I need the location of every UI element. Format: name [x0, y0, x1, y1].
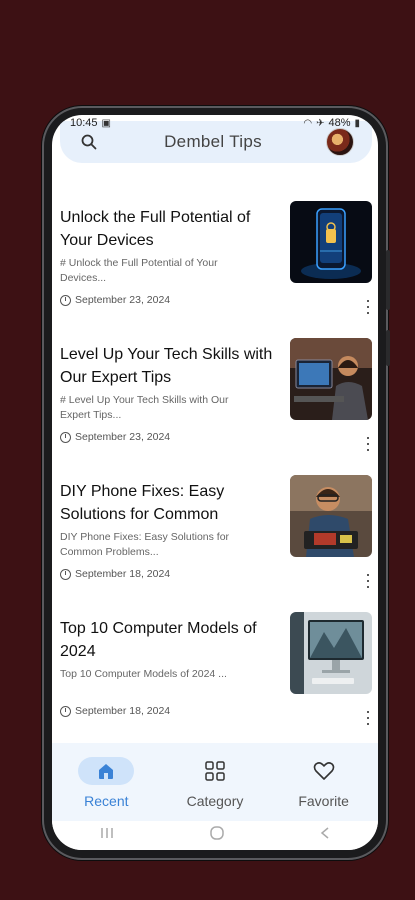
post-date: September 23, 2024 — [60, 294, 170, 306]
post-date-text: September 18, 2024 — [75, 705, 171, 717]
man-repairing-phone-image[interactable] — [290, 475, 372, 557]
nav-label-recent: Recent — [84, 793, 129, 809]
list-item[interactable]: DIY Phone Fixes: Easy Solutions for Comm… — [60, 475, 372, 605]
more-options-icon[interactable] — [364, 300, 372, 314]
post-excerpt: # Level Up Your Tech Skills with Our Exp… — [60, 394, 229, 421]
power-button — [386, 330, 390, 366]
nav-label-category: Category — [186, 793, 244, 809]
post-date-text: September 23, 2024 — [75, 431, 171, 443]
wifi-icon: ◠ — [303, 117, 313, 129]
clock-icon — [60, 705, 71, 717]
volume-button — [386, 250, 390, 310]
nav-item-recent[interactable]: Recent — [56, 743, 156, 809]
bottom-navigation: Recent Category Favorite — [52, 743, 378, 821]
post-date-text: September 23, 2024 — [75, 294, 171, 306]
post-date: September 18, 2024 — [60, 705, 170, 717]
man-at-computer-image[interactable] — [290, 338, 372, 420]
more-options-icon[interactable] — [364, 437, 372, 451]
list-item[interactable]: Level Up Your Tech Skills with Our Exper… — [60, 338, 372, 468]
home-button-icon[interactable] — [209, 825, 225, 846]
post-excerpt: DIY Phone Fixes: Easy Solutions for Comm… — [60, 531, 230, 558]
heart-icon[interactable] — [296, 757, 352, 785]
nav-item-category[interactable]: Category — [165, 743, 265, 809]
glowing-smartphone-image[interactable] — [290, 201, 372, 283]
post-date: September 18, 2024 — [60, 568, 170, 580]
home-icon[interactable] — [78, 757, 135, 785]
post-title[interactable]: DIY Phone Fixes: Easy Solutions for Comm… — [60, 480, 278, 526]
more-options-icon[interactable] — [364, 711, 372, 725]
post-title[interactable]: Unlock the Full Potential of Your Device… — [60, 206, 278, 252]
search-icon[interactable] — [78, 131, 100, 153]
grid-icon[interactable] — [187, 757, 243, 785]
status-time: 10:45 — [70, 117, 98, 129]
post-title[interactable]: Level Up Your Tech Skills with Our Exper… — [60, 343, 278, 389]
airplane-icon: ✈ — [316, 117, 325, 129]
post-date: September 23, 2024 — [60, 431, 170, 443]
post-title[interactable]: Top 10 Computer Models of 2024 — [60, 617, 278, 663]
status-bar: 10:45 ▣ ◠ ✈ 48% ▮ — [52, 115, 378, 131]
battery-icon: ▮ — [354, 117, 360, 129]
app-title: Dembel Tips — [164, 132, 262, 151]
nav-label-favorite: Favorite — [298, 793, 349, 809]
gallery-icon: ▣ — [101, 117, 111, 129]
recent-apps-icon[interactable] — [99, 826, 115, 845]
post-excerpt: Top 10 Computer Models of 2024 ... — [60, 668, 227, 680]
clock-icon — [60, 294, 71, 306]
avatar[interactable] — [326, 128, 354, 156]
clock-icon — [60, 431, 71, 443]
clock-icon — [60, 568, 71, 580]
battery-percentage: 48% — [328, 117, 351, 129]
app-screen: Dembel Tips 10:45 ▣ ◠ ✈ 48% ▮ Unlock the… — [52, 115, 378, 850]
list-item[interactable]: Top 10 Computer Models of 2024 Top 10 Co… — [60, 612, 372, 742]
post-excerpt: # Unlock the Full Potential of Your Devi… — [60, 257, 218, 284]
nav-item-favorite[interactable]: Favorite — [274, 743, 374, 809]
post-date-text: September 18, 2024 — [75, 568, 171, 580]
list-item[interactable]: Unlock the Full Potential of Your Device… — [60, 201, 372, 331]
desktop-computer-image[interactable] — [290, 612, 372, 694]
system-navigation-bar — [52, 821, 378, 850]
more-options-icon[interactable] — [364, 574, 372, 588]
back-icon[interactable] — [319, 826, 331, 845]
